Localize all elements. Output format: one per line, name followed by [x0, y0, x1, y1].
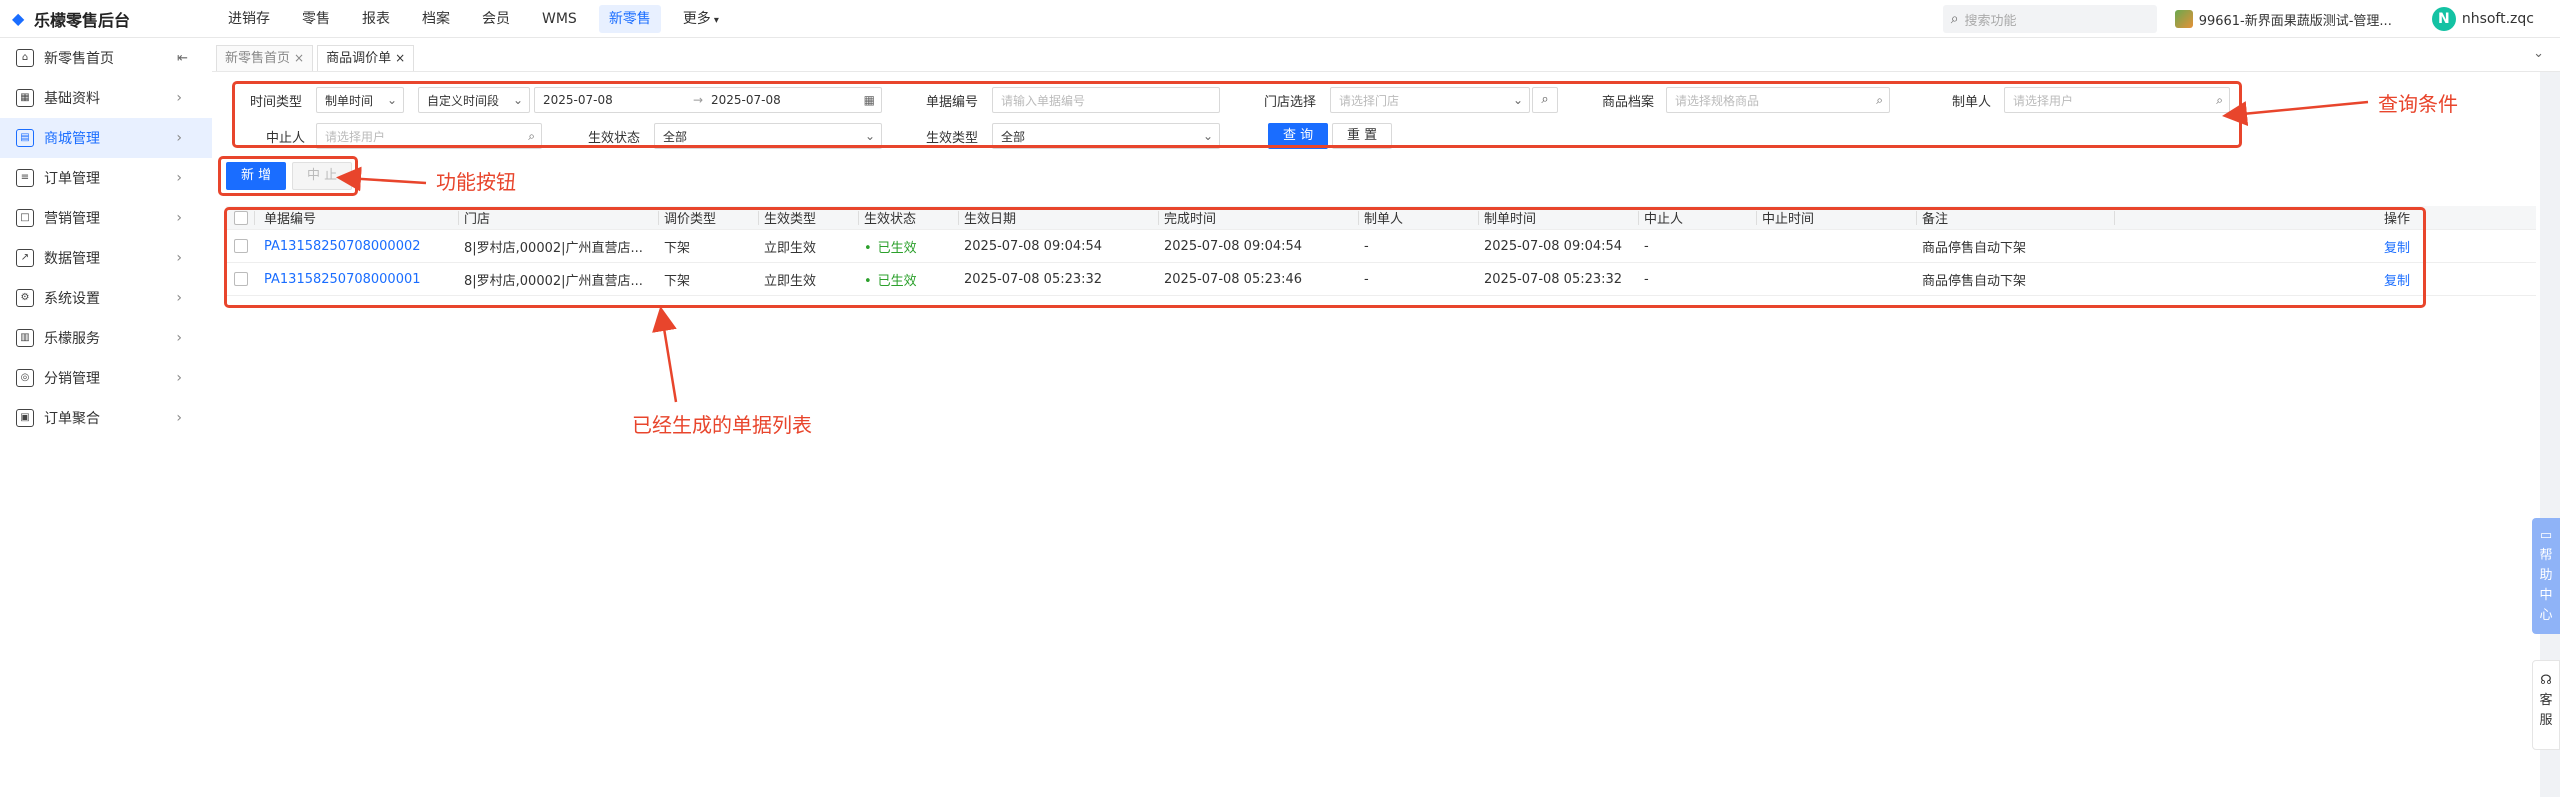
- nav-item-report[interactable]: 报表: [352, 5, 400, 33]
- sidebar-item-label: 订单管理: [44, 171, 100, 187]
- chevron-right-icon: ›: [176, 130, 182, 146]
- sidebar-item-lemeng-service[interactable]: ▥ 乐檬服务 ›: [0, 318, 212, 358]
- store-icon: [2174, 10, 2193, 28]
- app-title: 乐檬零售后台: [34, 10, 131, 30]
- chevron-right-icon: ›: [176, 410, 182, 426]
- sidebar-item-label: 新零售首页: [44, 51, 114, 67]
- help-char: 助: [2539, 568, 2553, 583]
- shop-icon: ▤: [16, 129, 34, 147]
- user-menu[interactable]: N nhsoft.zqc: [2431, 7, 2534, 31]
- close-icon[interactable]: ×: [395, 51, 405, 65]
- sidebar-item-marketing[interactable]: □ 营销管理 ›: [0, 198, 212, 238]
- user-name: nhsoft.zqc: [2461, 11, 2534, 27]
- logo-icon: ◆: [12, 8, 25, 28]
- sidebar-item-order-aggregation[interactable]: ▣ 订单聚合 ›: [0, 398, 212, 438]
- gear-icon: ⚙: [16, 289, 34, 307]
- sidebar-item-label: 分销管理: [44, 371, 100, 387]
- nav-item-new-retail[interactable]: 新零售: [598, 4, 661, 33]
- tab-label: 新零售首页: [225, 51, 291, 66]
- sidebar-item-order-management[interactable]: ≡ 订单管理 ›: [0, 158, 212, 198]
- chevron-right-icon: ›: [176, 290, 182, 306]
- kefu-char: 服: [2539, 713, 2553, 728]
- nav-item-archive[interactable]: 档案: [412, 5, 460, 33]
- sidebar-item-label: 商城管理: [44, 131, 100, 147]
- tab-new-retail-home[interactable]: 新零售首页 ×: [216, 45, 314, 71]
- tab-price-adjust-order[interactable]: 商品调价单 ×: [317, 45, 415, 71]
- sidebar-item-label: 营销管理: [44, 211, 100, 227]
- sidebar-item-data-management[interactable]: ↗ 数据管理 ›: [0, 238, 212, 278]
- main-panel: [212, 72, 2540, 797]
- close-icon[interactable]: ×: [294, 51, 304, 65]
- sidebar-item-label: 订单聚合: [44, 411, 100, 427]
- help-center-button[interactable]: ▭ 帮 助 中 心: [2532, 518, 2560, 634]
- chevron-right-icon: ›: [176, 170, 182, 186]
- tab-label: 商品调价单: [326, 51, 392, 66]
- sidebar-item-label: 系统设置: [44, 291, 100, 307]
- search-placeholder: 搜索功能: [1964, 13, 2017, 29]
- function-search-input[interactable]: ⌕ 搜索功能: [1942, 5, 2157, 33]
- nav-item-retail[interactable]: 零售: [292, 5, 340, 33]
- nav-item-member[interactable]: 会员: [472, 5, 520, 33]
- chevron-down-icon[interactable]: ⌄: [2533, 46, 2544, 61]
- sidebar-item-distribution[interactable]: ◎ 分销管理 ›: [0, 358, 212, 398]
- sidebar-item-home[interactable]: ⌂ 新零售首页 ⇤: [0, 38, 212, 78]
- function-buttons-annotation: 功能按钮: [436, 170, 516, 194]
- sidebar-item-system-settings[interactable]: ⚙ 系统设置 ›: [0, 278, 212, 318]
- nav-item-inventory[interactable]: 进销存: [218, 5, 280, 33]
- order-icon: ≡: [16, 169, 34, 187]
- chevron-right-icon: ›: [176, 210, 182, 226]
- store-switcher[interactable]: 99661-新界面果蔬版测试-管理...: [2174, 10, 2392, 29]
- store-name: 99661-新界面果蔬版测试-管理...: [2198, 13, 2392, 29]
- doc-list-annotation: 已经生成的单据列表: [632, 413, 812, 437]
- search-icon: ⌕: [1950, 11, 1959, 27]
- sidebar-item-label: 数据管理: [44, 251, 100, 267]
- sidebar: ⌂ 新零售首页 ⇤ ▦ 基础资料 › ▤ 商城管理 › ≡ 订单管理 › □ 营…: [0, 38, 212, 797]
- service-icon: ▥: [16, 329, 34, 347]
- query-conditions-highlight: [232, 81, 2242, 148]
- nav-item-more[interactable]: 更多 ▾: [673, 5, 729, 33]
- app-logo[interactable]: ◆ 乐檬零售后台: [0, 7, 212, 31]
- customer-service-button[interactable]: ☊ 客 服: [2532, 660, 2560, 750]
- chart-icon: ↗: [16, 249, 34, 267]
- grid-icon: ▦: [16, 89, 34, 107]
- headset-icon: ☊: [2540, 673, 2552, 688]
- top-bar: ◆ 乐檬零售后台 进销存 零售 报表 档案 会员 WMS 新零售 更多 ▾ ⌕ 搜…: [0, 0, 2560, 38]
- help-icon: ▭: [2539, 528, 2553, 543]
- sidebar-item-mall-management[interactable]: ▤ 商城管理 ›: [0, 118, 212, 158]
- kefu-char: 客: [2539, 693, 2553, 708]
- home-icon: ⌂: [16, 49, 34, 67]
- chevron-right-icon: ›: [176, 90, 182, 106]
- collapse-sidebar-icon[interactable]: ⇤: [177, 51, 188, 66]
- sidebar-item-label: 基础资料: [44, 91, 100, 107]
- nav-item-wms[interactable]: WMS: [532, 5, 587, 33]
- sidebar-item-label: 乐檬服务: [44, 331, 100, 347]
- avatar: N: [2431, 7, 2456, 31]
- sidebar-item-basic-data[interactable]: ▦ 基础资料 ›: [0, 78, 212, 118]
- chevron-right-icon: ›: [176, 250, 182, 266]
- nav-more-label: 更多: [682, 10, 711, 27]
- help-char: 中: [2539, 588, 2553, 603]
- help-char: 帮: [2539, 548, 2553, 563]
- chevron-right-icon: ›: [176, 370, 182, 386]
- page-tabs-bar: 新零售首页 × 商品调价单 × ⌄: [212, 38, 2560, 72]
- help-char: 心: [2539, 608, 2553, 623]
- query-conditions-annotation: 查询条件: [2378, 92, 2458, 116]
- marketing-icon: □: [16, 209, 34, 227]
- distribution-icon: ◎: [16, 369, 34, 387]
- top-nav: 进销存 零售 报表 档案 会员 WMS 新零售 更多 ▾: [212, 0, 735, 38]
- caret-down-icon: ▾: [713, 14, 719, 26]
- aggregation-icon: ▣: [16, 409, 34, 427]
- doc-list-highlight: [224, 207, 2426, 308]
- top-right-area: ⌕ 搜索功能 99661-新界面果蔬版测试-管理... N nhsoft.zqc: [1942, 0, 2560, 38]
- function-buttons-highlight: [218, 156, 358, 196]
- chevron-right-icon: ›: [176, 330, 182, 346]
